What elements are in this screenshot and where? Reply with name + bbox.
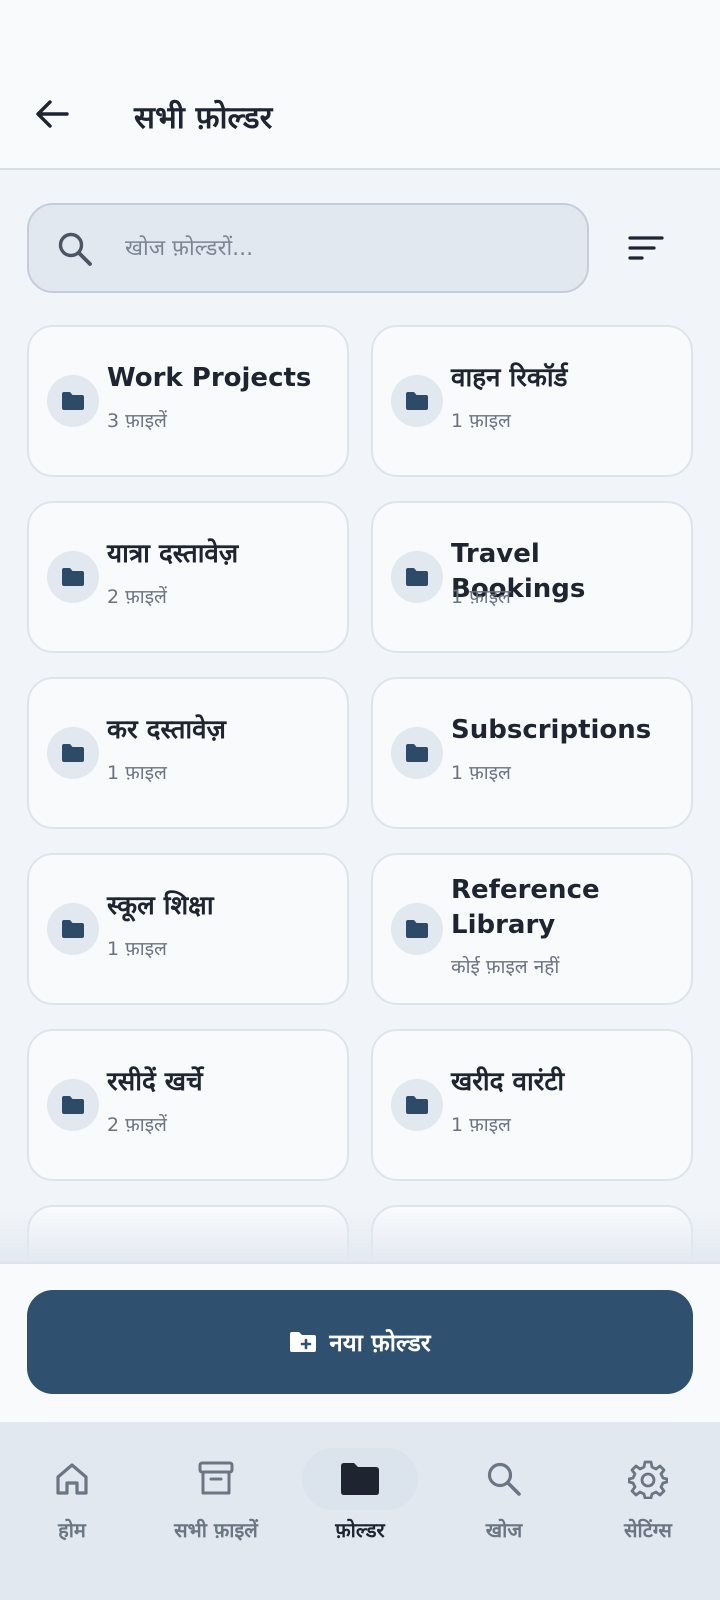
folder-file-count: 1 फ़ाइल [107,762,167,784]
folder-card[interactable]: स्कूल शिक्षा 1 फ़ाइल [27,853,349,1005]
scroll-fade [0,1210,720,1262]
folder-name: Reference Library [451,875,600,940]
folder-file-count: 1 फ़ाइल [451,762,511,784]
folder-name: यात्रा दस्तावेज़ [107,539,239,569]
folder-icon-badge [391,551,443,603]
folder-icon [341,1463,379,1495]
nav-all-files[interactable]: सभी फ़ाइलें [146,1448,286,1558]
folder-icon [62,1096,84,1114]
folder-name: रसीदें खर्चे [107,1067,203,1097]
folder-icon [62,392,84,410]
new-folder-label: नया फ़ोल्डर [329,1328,431,1357]
folder-icon-badge [47,727,99,779]
folder-name: खरीद वारंटी [451,1067,565,1097]
folder-icon-badge [391,727,443,779]
folder-name: कर दस्तावेज़ [107,715,226,745]
folder-card[interactable]: खरीद वारंटी 1 फ़ाइल [371,1029,693,1181]
page-title: सभी फ़ोल्डर [134,100,273,136]
top-app-bar: सभी फ़ोल्डर [0,0,720,170]
folder-icon [406,1096,428,1114]
folder-icon [406,568,428,586]
folder-file-count: 1 फ़ाइल [451,586,511,608]
nav-active-indicator [302,1448,418,1510]
folder-file-count: 1 फ़ाइल [107,938,167,960]
folder-plus-icon [290,1332,317,1352]
nav-settings[interactable]: सेटिंग्स [578,1448,718,1558]
folder-card[interactable]: Travel Bookings 1 फ़ाइल [371,501,693,653]
folder-card[interactable]: वाहन रिकॉर्ड 1 फ़ाइल [371,325,693,477]
bottom-navigation: होम सभी फ़ाइलें फ़ोल्डर खोज सेटिंग्स [0,1422,720,1600]
new-folder-button[interactable]: नया फ़ोल्डर [27,1290,693,1394]
folder-icon-badge [391,375,443,427]
folder-card[interactable]: यात्रा दस्तावेज़ 2 फ़ाइलें [27,501,349,653]
nav-label: सेटिंग्स [624,1518,672,1542]
nav-label: होम [58,1518,86,1542]
folder-file-count: कोई फ़ाइल नहीं [451,956,560,978]
nav-label: खोज [485,1518,523,1542]
nav-home[interactable]: होम [2,1448,142,1558]
folder-file-count: 1 फ़ाइल [451,410,511,432]
folder-name: Work Projects [107,363,312,393]
arrow-left-icon [36,100,69,128]
nav-label: फ़ोल्डर [335,1518,385,1542]
folder-icon-badge [47,375,99,427]
folder-name: स्कूल शिक्षा [107,891,214,921]
home-icon [56,1463,88,1495]
folder-icon [62,744,84,762]
folder-card[interactable]: Subscriptions 1 फ़ाइल [371,677,693,829]
folder-icon [406,744,428,762]
folder-icon-badge [47,551,99,603]
folder-name: वाहन रिकॉर्ड [451,363,568,393]
folder-card[interactable]: Work Projects 3 फ़ाइलें [27,325,349,477]
nav-label: सभी फ़ाइलें [174,1518,258,1542]
nav-folders[interactable]: फ़ोल्डर [290,1448,430,1558]
folder-icon-badge [391,1079,443,1131]
folder-card[interactable]: कर दस्तावेज़ 1 फ़ाइल [27,677,349,829]
folder-icon-badge [391,903,443,955]
folder-icon [62,568,84,586]
folder-grid: Work Projects 3 फ़ाइलें वाहन रिकॉर्ड 1 फ… [0,172,720,1262]
folder-card[interactable]: Reference Library कोई फ़ाइल नहीं [371,853,693,1005]
folder-icon-badge [47,903,99,955]
folder-name: Subscriptions [451,715,652,745]
back-button[interactable] [32,94,72,134]
folder-icon [62,920,84,938]
folder-icon-badge [47,1079,99,1131]
folder-file-count: 2 फ़ाइलें [107,1114,167,1136]
folder-file-count: 3 फ़ाइलें [107,410,167,432]
archive-icon [198,1461,234,1495]
gear-icon [628,1460,668,1499]
nav-search[interactable]: खोज [434,1448,574,1558]
folder-file-count: 1 फ़ाइल [451,1114,511,1136]
folder-icon [406,392,428,410]
folder-file-count: 2 फ़ाइलें [107,586,167,608]
search-icon [487,1462,521,1496]
folder-card[interactable]: रसीदें खर्चे 2 फ़ाइलें [27,1029,349,1181]
folder-icon [406,920,428,938]
